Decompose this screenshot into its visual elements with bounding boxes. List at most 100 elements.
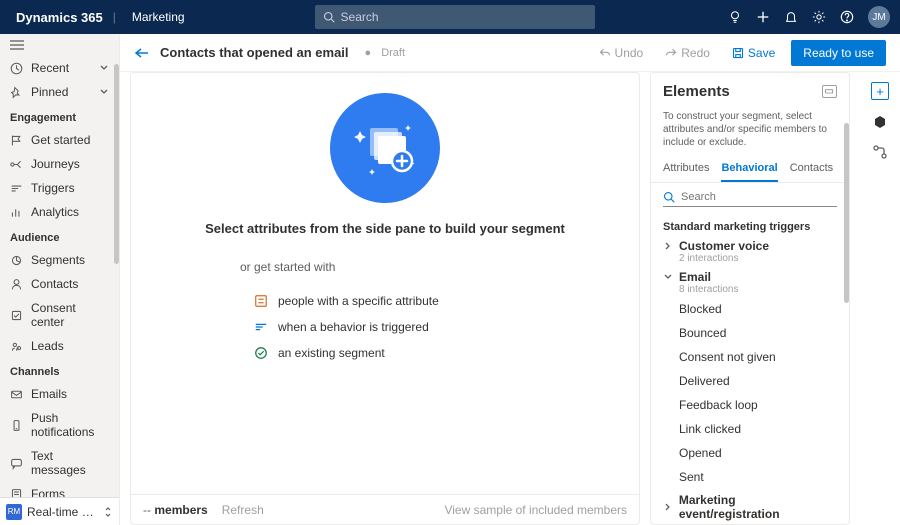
nav-consent[interactable]: Consent center (0, 296, 119, 334)
module-name: Marketing (124, 10, 185, 24)
chevron-down-icon (663, 272, 673, 282)
journey-icon (10, 158, 23, 171)
option-existing-segment[interactable]: an existing segment (240, 340, 530, 366)
nav-analytics[interactable]: Analytics (0, 200, 119, 224)
sidebar-scrollbar[interactable] (114, 64, 119, 264)
right-rail: + (860, 72, 900, 525)
user-avatar[interactable]: JM (868, 6, 890, 28)
interaction-feedback-loop[interactable]: Feedback loop (651, 393, 849, 417)
tab-contacts[interactable]: Contacts (790, 157, 833, 182)
option-attribute[interactable]: people with a specific attribute (240, 288, 530, 314)
existing-segment-icon (254, 346, 268, 360)
redo-button[interactable]: Redo (659, 42, 716, 64)
nav-triggers[interactable]: Triggers (0, 176, 119, 200)
chevron-right-icon (663, 502, 673, 512)
push-icon (10, 419, 23, 432)
command-bar: Contacts that opened an email ● Draft Un… (120, 34, 900, 72)
back-button[interactable] (134, 47, 150, 59)
nav-segments[interactable]: Segments (0, 248, 119, 272)
chevron-right-icon (663, 241, 673, 251)
nav-contacts[interactable]: Contacts (0, 272, 119, 296)
save-button[interactable]: Save (726, 42, 781, 64)
nav-pinned[interactable]: Pinned (0, 80, 119, 104)
undo-icon (599, 47, 611, 59)
tab-attributes[interactable]: Attributes (663, 157, 709, 182)
group-marketing-event[interactable]: Marketing event/registration (651, 489, 849, 521)
area-token: RM (6, 504, 22, 520)
interaction-blocked[interactable]: Blocked (651, 297, 849, 321)
nav-section-channels: Channels (0, 358, 119, 382)
undo-button[interactable]: Undo (593, 42, 650, 64)
nav-label: Journeys (31, 157, 80, 171)
interaction-delivered[interactable]: Delivered (651, 369, 849, 393)
lightbulb-icon[interactable] (728, 10, 742, 24)
group-email[interactable]: Email (651, 266, 849, 284)
nav-section-engagement: Engagement (0, 104, 119, 128)
add-element-icon[interactable]: + (871, 82, 889, 100)
interaction-sent[interactable]: Sent (651, 465, 849, 489)
interaction-link-clicked[interactable]: Link clicked (651, 417, 849, 441)
nav-label: Segments (31, 253, 85, 267)
nav-pinned-label: Pinned (31, 85, 68, 99)
nav-label: Triggers (31, 181, 75, 195)
global-topbar: Dynamics 365 | Marketing Search JM (0, 0, 900, 34)
segment-icon (10, 254, 23, 267)
view-sample-link[interactable]: View sample of included members (444, 503, 627, 517)
area-label: Real-time marketi… (27, 505, 98, 519)
option-behavior[interactable]: when a behavior is triggered (240, 314, 530, 340)
nav-label: Analytics (31, 205, 79, 219)
interaction-consent-not-given[interactable]: Consent not given (651, 345, 849, 369)
nav-label: Text messages (31, 449, 109, 477)
standard-triggers-head: Standard marketing triggers (651, 211, 849, 235)
search-icon (323, 11, 335, 23)
nav-journeys[interactable]: Journeys (0, 152, 119, 176)
target-icon[interactable] (872, 114, 888, 130)
flow-icon[interactable] (872, 144, 888, 160)
redo-icon (665, 47, 677, 59)
leads-icon (10, 340, 23, 353)
help-icon[interactable] (840, 10, 854, 24)
panel-title: Elements (663, 83, 730, 100)
area-picker[interactable]: RM Real-time marketi… (0, 497, 119, 525)
global-search[interactable]: Search (315, 5, 595, 29)
consent-icon (10, 309, 23, 322)
nav-label: Contacts (31, 277, 78, 291)
panel-scrollbar[interactable] (844, 123, 849, 303)
save-icon (732, 47, 744, 59)
refresh-link[interactable]: Refresh (222, 503, 264, 517)
status-badge: Draft (381, 47, 405, 59)
ready-to-use-button[interactable]: Ready to use (791, 40, 886, 66)
nav-label: Get started (31, 133, 90, 147)
clock-icon (10, 62, 23, 75)
nav-recent[interactable]: Recent (0, 56, 119, 80)
nav-get-started[interactable]: Get started (0, 128, 119, 152)
person-icon (10, 278, 23, 291)
left-navigation: Recent Pinned Engagement Get started Jou… (0, 34, 120, 525)
gear-icon[interactable] (812, 10, 826, 24)
bell-icon[interactable] (784, 10, 798, 24)
nav-leads[interactable]: Leads (0, 334, 119, 358)
app-name: Dynamics 365 (10, 10, 113, 25)
nav-push[interactable]: Push notifications (0, 406, 119, 444)
interaction-bounced[interactable]: Bounced (651, 321, 849, 345)
canvas-heading: Select attributes from the side pane to … (205, 221, 565, 236)
nav-emails[interactable]: Emails (0, 382, 119, 406)
chevron-down-icon (99, 63, 109, 73)
nav-section-audience: Audience (0, 224, 119, 248)
plus-icon[interactable] (756, 10, 770, 24)
chart-icon (10, 206, 23, 219)
mail-icon (10, 388, 23, 401)
panel-search[interactable] (663, 191, 837, 207)
members-count: -- members (143, 503, 208, 517)
status-dot: ● (365, 47, 372, 59)
tab-behavioral[interactable]: Behavioral (721, 157, 777, 182)
app-divider: | (113, 10, 124, 24)
group-customer-voice[interactable]: Customer voice (651, 235, 849, 253)
segment-canvas: Select attributes from the side pane to … (130, 72, 640, 525)
panel-search-input[interactable] (681, 191, 837, 203)
interaction-opened[interactable]: Opened (651, 441, 849, 465)
hamburger-icon[interactable] (0, 34, 119, 56)
nav-label: Leads (31, 339, 64, 353)
nav-text[interactable]: Text messages (0, 444, 119, 482)
panel-collapse-icon[interactable]: ▭ (822, 85, 837, 98)
